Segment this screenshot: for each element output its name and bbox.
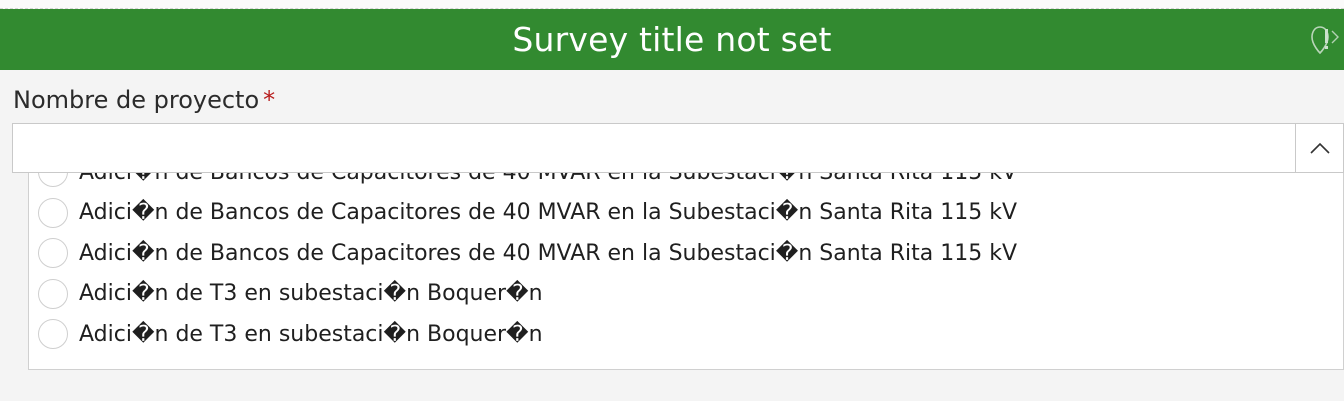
survey-header: Survey title not set (0, 9, 1344, 70)
radio-button[interactable] (38, 278, 68, 309)
option-label: Adici�n de Bancos de Capacitores de 40 M… (79, 173, 1017, 185)
option-item[interactable]: Adici�n de Bancos de Capacitores de 40 M… (29, 173, 1343, 193)
radio-button[interactable] (38, 238, 68, 269)
dropdown-toggle-button[interactable] (1295, 124, 1343, 172)
project-name-dropdown[interactable] (12, 123, 1344, 173)
chevron-up-icon (1309, 142, 1330, 154)
survey-title: Survey title not set (512, 20, 832, 59)
option-item[interactable]: Adici�n de Bancos de Capacitores de 40 M… (29, 233, 1343, 274)
options-panel[interactable]: Adici�n de Bancos de Capacitores de 40 M… (28, 173, 1344, 370)
options-list: Adici�n de Bancos de Capacitores de 40 M… (29, 173, 1343, 355)
radio-button[interactable] (38, 197, 68, 228)
option-label: Adici�n de Bancos de Capacitores de 40 M… (79, 240, 1018, 266)
option-item[interactable]: Adici�n de T3 en subestaci�n Boquer�n (29, 314, 1343, 355)
radio-button[interactable] (38, 319, 68, 350)
top-strip (0, 0, 1344, 9)
option-item[interactable]: Adici�n de T3 en subestaci�n Boquer�n (29, 274, 1343, 315)
required-mark: * (263, 86, 276, 114)
question-label-text: Nombre de proyecto (13, 86, 260, 114)
option-label: Adici�n de T3 en subestaci�n Boquer�n (79, 321, 543, 347)
location-warning-icon[interactable] (1310, 23, 1340, 57)
radio-button[interactable] (38, 173, 68, 188)
project-name-input[interactable] (13, 124, 1295, 172)
option-label: Adici�n de Bancos de Capacitores de 40 M… (79, 200, 1018, 226)
question-label: Nombre de proyecto * (13, 86, 275, 114)
option-item[interactable]: Adici�n de Bancos de Capacitores de 40 M… (29, 193, 1343, 234)
option-label: Adici�n de T3 en subestaci�n Boquer�n (79, 281, 543, 307)
